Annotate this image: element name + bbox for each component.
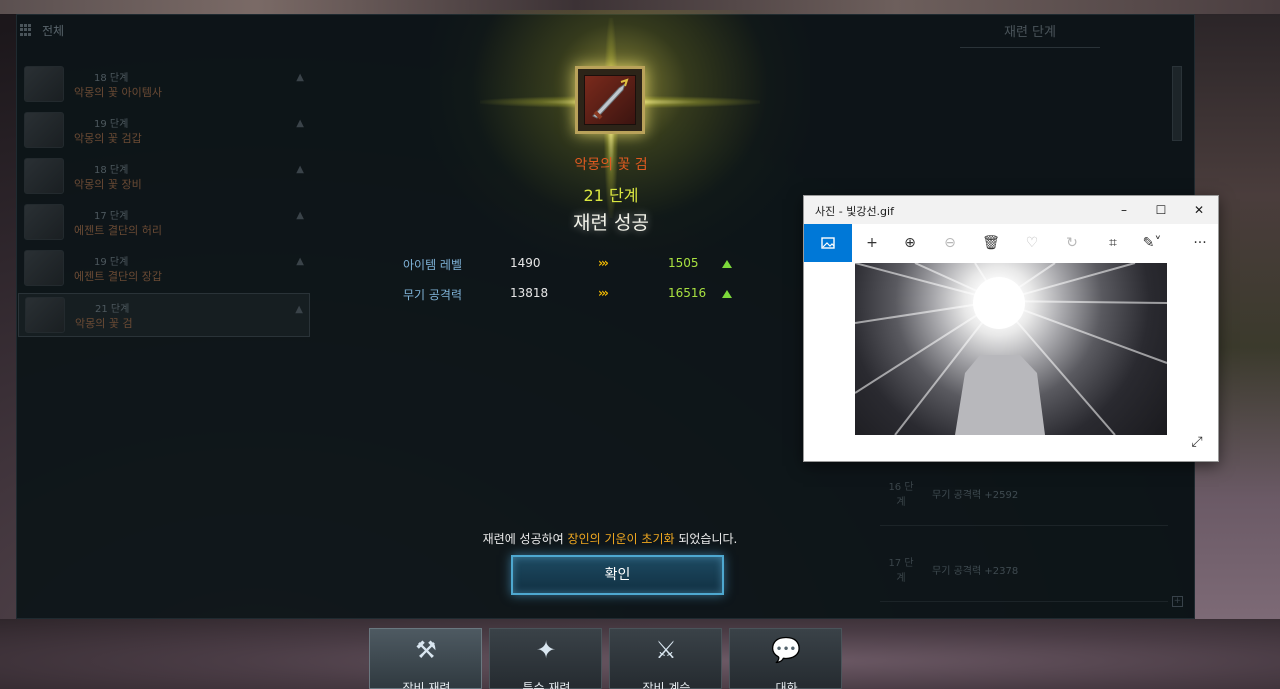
list-item[interactable]: 18 단계 악몽의 꽃 아이템사 ▲ (18, 62, 310, 106)
item-stage: 19 단계 (94, 256, 129, 268)
list-filter-header[interactable]: 전체 (20, 20, 64, 40)
stat-before: 1490 (510, 256, 541, 270)
more-icon[interactable]: ··· (1182, 224, 1218, 262)
item-name: 악몽의 꽃 장비 (74, 177, 142, 191)
item-icon-frame (575, 66, 645, 134)
tab-label: 장비 계승 (642, 681, 691, 689)
item-thumbnail (25, 297, 65, 333)
sword-icon (584, 75, 636, 125)
confirm-button[interactable]: 확인 (511, 555, 724, 595)
tab-dialogue[interactable]: 💬 대화 (729, 628, 842, 689)
maximize-button[interactable]: ☐ (1146, 200, 1176, 220)
tab-label: 특수 재련 (522, 681, 571, 689)
list-item[interactable]: 19 단계 에젠트 결단의 장갑 ▲ (18, 246, 310, 290)
item-stage: 21 단계 (95, 303, 130, 315)
list-item-selected[interactable]: 21 단계 악몽의 꽃 검 ▲ (18, 293, 310, 337)
minimize-button[interactable]: – (1109, 200, 1139, 220)
stat-label: 아이템 레벨 (403, 258, 463, 272)
heart-icon[interactable]: ♡ (1014, 224, 1050, 262)
chat-icon: 💬 (771, 636, 801, 664)
tab-label: 대화 (775, 681, 798, 689)
stat-label: 무기 공격력 (403, 288, 463, 302)
stat-before: 13818 (510, 286, 549, 300)
image-icon[interactable] (804, 224, 852, 262)
tab-equipment-refine[interactable]: ⚒ 장비 재련 (369, 628, 482, 689)
result-stage: 21 단계 (583, 186, 639, 205)
stat-after: 16516 (668, 286, 707, 300)
photos-window: 사진 - 빛강선.gif – ☐ ✕ + ⊕ ⊖ 🗑 ♡ ↻ ⌗ ✎˅ ··· (803, 195, 1219, 462)
item-thumbnail (24, 66, 64, 102)
item-name: 악몽의 꽃 아이템사 (74, 85, 162, 99)
item-thumbnail (24, 112, 64, 148)
arrow-right-icon: ››› (598, 256, 609, 270)
item-stage: 18 단계 (94, 164, 129, 176)
item-name: 악몽의 꽃 검 (75, 316, 133, 330)
result-item-name: 악몽의 꽃 검 (574, 157, 648, 173)
item-stage: 18 단계 (94, 72, 129, 84)
plus-icon[interactable]: + (854, 224, 890, 262)
refine-step-row: 16 단계 무기 공격력 +2592 (880, 464, 1168, 526)
close-button[interactable]: ✕ (1184, 200, 1214, 220)
right-panel-title: 재련 단계 (960, 18, 1100, 48)
lock-icon: ▲ (296, 118, 304, 129)
zoom-out-icon[interactable]: ⊖ (932, 224, 968, 262)
crop-icon[interactable]: ⌗ (1095, 224, 1131, 262)
lock-icon: ▲ (296, 256, 304, 267)
result-outcome: 재련 성공 (573, 212, 649, 234)
edit-icon[interactable]: ✎˅ (1134, 224, 1170, 262)
list-filter-label: 전체 (42, 23, 65, 38)
photos-titlebar[interactable]: 사진 - 빛강선.gif – ☐ ✕ (804, 196, 1218, 224)
tab-special-refine[interactable]: ✦ 특수 재련 (489, 628, 602, 689)
item-thumbnail (24, 158, 64, 194)
item-name: 에젠트 결단의 허리 (74, 223, 162, 237)
hammer-icon: ⚒ (415, 636, 437, 664)
list-item[interactable]: 18 단계 악몽의 꽃 장비 ▲ (18, 154, 310, 198)
plus-icon[interactable]: + (1172, 596, 1183, 607)
refine-step-row: 17 단계 무기 공격력 +2378 (880, 540, 1168, 602)
photos-toolbar: + ⊕ ⊖ 🗑 ♡ ↻ ⌗ ✎˅ ··· (804, 224, 1218, 262)
special-refine-icon: ✦ (535, 636, 557, 664)
swords-icon: ⚔ (655, 636, 677, 664)
item-stage: 17 단계 (94, 210, 129, 222)
lock-icon: ▲ (295, 304, 303, 315)
right-scrollbar[interactable] (1172, 66, 1182, 141)
message-highlight: 장인의 기운이 초기화 (567, 532, 675, 546)
stat-row-weapon-attack: 무기 공격력 13818 ››› 16516 (380, 286, 760, 306)
tab-label: 장비 재련 (402, 681, 451, 689)
photo-image (855, 263, 1167, 435)
increase-arrow-icon (722, 260, 732, 268)
item-thumbnail (24, 204, 64, 240)
stat-row-item-level: 아이템 레벨 1490 ››› 1505 (380, 256, 760, 276)
lock-icon: ▲ (296, 164, 304, 175)
result-message: 재련에 성공하여 장인의 기운이 초기화 되었습니다. (482, 532, 738, 546)
item-stage: 19 단계 (94, 118, 129, 130)
zoom-in-icon[interactable]: ⊕ (892, 224, 928, 262)
list-item[interactable]: 17 단계 에젠트 결단의 허리 ▲ (18, 200, 310, 244)
rotate-icon[interactable]: ↻ (1054, 224, 1090, 262)
expand-icon[interactable]: ⤢ (1187, 432, 1207, 452)
tab-equipment-succession[interactable]: ⚔ 장비 계승 (609, 628, 722, 689)
list-item[interactable]: 19 단계 악몽의 꽃 검갑 ▲ (18, 108, 310, 152)
lock-icon: ▲ (296, 72, 304, 83)
arrow-right-icon: ››› (598, 286, 609, 300)
refine-step-level: 16 단계 (888, 482, 914, 508)
delete-icon[interactable]: 🗑 (973, 224, 1009, 262)
item-name: 악몽의 꽃 검갑 (74, 131, 142, 145)
refine-step-text: 무기 공격력 +2378 (932, 566, 1019, 577)
lock-icon: ▲ (296, 210, 304, 221)
item-thumbnail (24, 250, 64, 286)
refine-step-level: 17 단계 (888, 558, 914, 584)
stat-after: 1505 (668, 256, 699, 270)
item-name: 에젠트 결단의 장갑 (74, 269, 162, 283)
grid-icon (20, 24, 32, 36)
photos-title: 사진 - 빛강선.gif (815, 205, 894, 218)
increase-arrow-icon (722, 290, 732, 298)
refine-step-text: 무기 공격력 +2592 (932, 490, 1019, 501)
